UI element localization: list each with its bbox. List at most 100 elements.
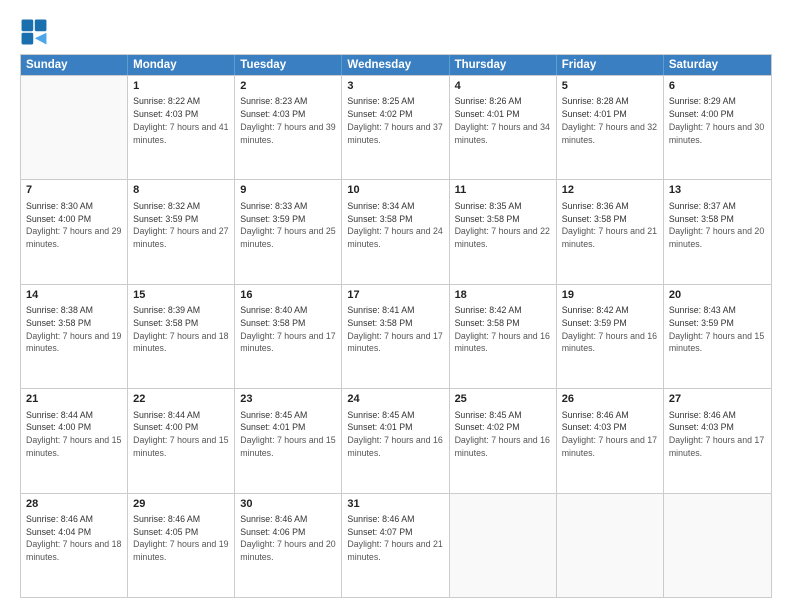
day-info: Sunrise: 8:46 AMSunset: 4:03 PMDaylight:… xyxy=(669,409,766,460)
day-info: Sunrise: 8:46 AMSunset: 4:05 PMDaylight:… xyxy=(133,513,229,564)
day-cell-12: 12 Sunrise: 8:36 AMSunset: 3:58 PMDaylig… xyxy=(557,180,664,283)
day-number: 28 xyxy=(26,497,122,512)
day-info: Sunrise: 8:35 AMSunset: 3:58 PMDaylight:… xyxy=(455,200,551,251)
day-cell-11: 11 Sunrise: 8:35 AMSunset: 3:58 PMDaylig… xyxy=(450,180,557,283)
day-number: 23 xyxy=(240,392,336,407)
day-number: 9 xyxy=(240,183,336,198)
day-info: Sunrise: 8:22 AMSunset: 4:03 PMDaylight:… xyxy=(133,95,229,146)
day-number: 3 xyxy=(347,79,443,94)
day-info: Sunrise: 8:28 AMSunset: 4:01 PMDaylight:… xyxy=(562,95,658,146)
day-number: 8 xyxy=(133,183,229,198)
logo-icon xyxy=(20,18,48,46)
day-cell-10: 10 Sunrise: 8:34 AMSunset: 3:58 PMDaylig… xyxy=(342,180,449,283)
calendar-row-1: 1 Sunrise: 8:22 AMSunset: 4:03 PMDayligh… xyxy=(21,75,771,179)
day-info: Sunrise: 8:25 AMSunset: 4:02 PMDaylight:… xyxy=(347,95,443,146)
day-info: Sunrise: 8:34 AMSunset: 3:58 PMDaylight:… xyxy=(347,200,443,251)
day-cell-23: 23 Sunrise: 8:45 AMSunset: 4:01 PMDaylig… xyxy=(235,389,342,492)
day-cell-14: 14 Sunrise: 8:38 AMSunset: 3:58 PMDaylig… xyxy=(21,285,128,388)
day-number: 11 xyxy=(455,183,551,198)
day-info: Sunrise: 8:37 AMSunset: 3:58 PMDaylight:… xyxy=(669,200,766,251)
calendar-row-5: 28 Sunrise: 8:46 AMSunset: 4:04 PMDaylig… xyxy=(21,493,771,597)
day-info: Sunrise: 8:45 AMSunset: 4:02 PMDaylight:… xyxy=(455,409,551,460)
header-day-tuesday: Tuesday xyxy=(235,55,342,75)
day-cell-27: 27 Sunrise: 8:46 AMSunset: 4:03 PMDaylig… xyxy=(664,389,771,492)
day-info: Sunrise: 8:46 AMSunset: 4:03 PMDaylight:… xyxy=(562,409,658,460)
header-day-sunday: Sunday xyxy=(21,55,128,75)
day-info: Sunrise: 8:30 AMSunset: 4:00 PMDaylight:… xyxy=(26,200,122,251)
day-cell-29: 29 Sunrise: 8:46 AMSunset: 4:05 PMDaylig… xyxy=(128,494,235,597)
day-info: Sunrise: 8:33 AMSunset: 3:59 PMDaylight:… xyxy=(240,200,336,251)
calendar-row-3: 14 Sunrise: 8:38 AMSunset: 3:58 PMDaylig… xyxy=(21,284,771,388)
day-cell-empty-4-6 xyxy=(664,494,771,597)
day-cell-19: 19 Sunrise: 8:42 AMSunset: 3:59 PMDaylig… xyxy=(557,285,664,388)
day-number: 12 xyxy=(562,183,658,198)
calendar-body: 1 Sunrise: 8:22 AMSunset: 4:03 PMDayligh… xyxy=(21,75,771,597)
day-number: 24 xyxy=(347,392,443,407)
day-info: Sunrise: 8:36 AMSunset: 3:58 PMDaylight:… xyxy=(562,200,658,251)
day-number: 7 xyxy=(26,183,122,198)
day-cell-30: 30 Sunrise: 8:46 AMSunset: 4:06 PMDaylig… xyxy=(235,494,342,597)
day-info: Sunrise: 8:38 AMSunset: 3:58 PMDaylight:… xyxy=(26,304,122,355)
day-number: 6 xyxy=(669,79,766,94)
day-info: Sunrise: 8:42 AMSunset: 3:59 PMDaylight:… xyxy=(562,304,658,355)
day-number: 10 xyxy=(347,183,443,198)
calendar-row-2: 7 Sunrise: 8:30 AMSunset: 4:00 PMDayligh… xyxy=(21,179,771,283)
day-number: 27 xyxy=(669,392,766,407)
day-cell-25: 25 Sunrise: 8:45 AMSunset: 4:02 PMDaylig… xyxy=(450,389,557,492)
day-cell-18: 18 Sunrise: 8:42 AMSunset: 3:58 PMDaylig… xyxy=(450,285,557,388)
day-info: Sunrise: 8:29 AMSunset: 4:00 PMDaylight:… xyxy=(669,95,766,146)
day-info: Sunrise: 8:44 AMSunset: 4:00 PMDaylight:… xyxy=(133,409,229,460)
day-cell-24: 24 Sunrise: 8:45 AMSunset: 4:01 PMDaylig… xyxy=(342,389,449,492)
day-info: Sunrise: 8:41 AMSunset: 3:58 PMDaylight:… xyxy=(347,304,443,355)
day-info: Sunrise: 8:40 AMSunset: 3:58 PMDaylight:… xyxy=(240,304,336,355)
day-cell-26: 26 Sunrise: 8:46 AMSunset: 4:03 PMDaylig… xyxy=(557,389,664,492)
day-number: 5 xyxy=(562,79,658,94)
day-number: 1 xyxy=(133,79,229,94)
day-number: 17 xyxy=(347,288,443,303)
header-day-monday: Monday xyxy=(128,55,235,75)
day-info: Sunrise: 8:23 AMSunset: 4:03 PMDaylight:… xyxy=(240,95,336,146)
header-day-friday: Friday xyxy=(557,55,664,75)
day-number: 25 xyxy=(455,392,551,407)
day-number: 26 xyxy=(562,392,658,407)
day-info: Sunrise: 8:45 AMSunset: 4:01 PMDaylight:… xyxy=(240,409,336,460)
day-cell-16: 16 Sunrise: 8:40 AMSunset: 3:58 PMDaylig… xyxy=(235,285,342,388)
header-day-saturday: Saturday xyxy=(664,55,771,75)
calendar: SundayMondayTuesdayWednesdayThursdayFrid… xyxy=(20,54,772,598)
day-info: Sunrise: 8:45 AMSunset: 4:01 PMDaylight:… xyxy=(347,409,443,460)
day-info: Sunrise: 8:26 AMSunset: 4:01 PMDaylight:… xyxy=(455,95,551,146)
day-cell-28: 28 Sunrise: 8:46 AMSunset: 4:04 PMDaylig… xyxy=(21,494,128,597)
day-info: Sunrise: 8:39 AMSunset: 3:58 PMDaylight:… xyxy=(133,304,229,355)
day-info: Sunrise: 8:32 AMSunset: 3:59 PMDaylight:… xyxy=(133,200,229,251)
day-number: 15 xyxy=(133,288,229,303)
day-number: 22 xyxy=(133,392,229,407)
day-cell-6: 6 Sunrise: 8:29 AMSunset: 4:00 PMDayligh… xyxy=(664,76,771,179)
day-info: Sunrise: 8:46 AMSunset: 4:06 PMDaylight:… xyxy=(240,513,336,564)
day-cell-22: 22 Sunrise: 8:44 AMSunset: 4:00 PMDaylig… xyxy=(128,389,235,492)
day-cell-20: 20 Sunrise: 8:43 AMSunset: 3:59 PMDaylig… xyxy=(664,285,771,388)
day-number: 21 xyxy=(26,392,122,407)
day-cell-1: 1 Sunrise: 8:22 AMSunset: 4:03 PMDayligh… xyxy=(128,76,235,179)
day-cell-17: 17 Sunrise: 8:41 AMSunset: 3:58 PMDaylig… xyxy=(342,285,449,388)
day-number: 16 xyxy=(240,288,336,303)
logo xyxy=(20,18,52,46)
day-cell-2: 2 Sunrise: 8:23 AMSunset: 4:03 PMDayligh… xyxy=(235,76,342,179)
day-cell-3: 3 Sunrise: 8:25 AMSunset: 4:02 PMDayligh… xyxy=(342,76,449,179)
day-info: Sunrise: 8:42 AMSunset: 3:58 PMDaylight:… xyxy=(455,304,551,355)
day-cell-4: 4 Sunrise: 8:26 AMSunset: 4:01 PMDayligh… xyxy=(450,76,557,179)
day-number: 20 xyxy=(669,288,766,303)
header-day-thursday: Thursday xyxy=(450,55,557,75)
day-number: 2 xyxy=(240,79,336,94)
day-number: 29 xyxy=(133,497,229,512)
day-cell-15: 15 Sunrise: 8:39 AMSunset: 3:58 PMDaylig… xyxy=(128,285,235,388)
day-info: Sunrise: 8:46 AMSunset: 4:04 PMDaylight:… xyxy=(26,513,122,564)
day-cell-8: 8 Sunrise: 8:32 AMSunset: 3:59 PMDayligh… xyxy=(128,180,235,283)
day-number: 18 xyxy=(455,288,551,303)
header xyxy=(20,18,772,46)
calendar-row-4: 21 Sunrise: 8:44 AMSunset: 4:00 PMDaylig… xyxy=(21,388,771,492)
day-number: 13 xyxy=(669,183,766,198)
header-day-wednesday: Wednesday xyxy=(342,55,449,75)
page: SundayMondayTuesdayWednesdayThursdayFrid… xyxy=(0,0,792,612)
day-cell-13: 13 Sunrise: 8:37 AMSunset: 3:58 PMDaylig… xyxy=(664,180,771,283)
day-number: 19 xyxy=(562,288,658,303)
